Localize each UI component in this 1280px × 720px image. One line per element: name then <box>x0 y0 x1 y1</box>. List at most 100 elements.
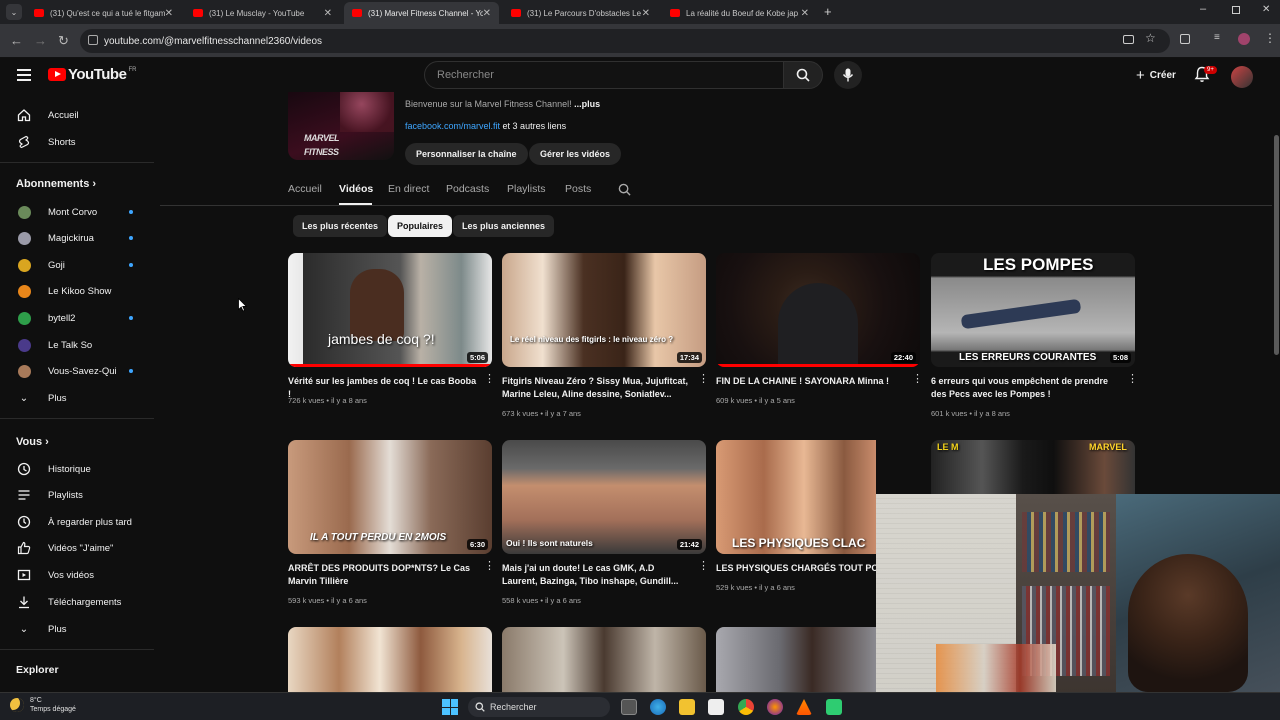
windows-start-icon[interactable] <box>442 699 458 715</box>
more-actions-icon[interactable]: ⋮ <box>484 561 495 572</box>
close-tab-icon[interactable]: ✕ <box>801 8 809 19</box>
video-card[interactable]: Oui ! Ils sont naturels 21:42 Mais j'ai … <box>502 440 709 605</box>
search-input[interactable]: Rechercher <box>424 61 784 89</box>
extensions-icon[interactable] <box>1180 34 1190 44</box>
minimize-icon[interactable]: – <box>1200 3 1206 15</box>
site-info-icon[interactable] <box>88 35 98 45</box>
tab-playlists[interactable]: Playlists <box>507 183 546 195</box>
sidebar-item-subscription[interactable]: Magickirua <box>0 225 150 251</box>
subscriptions-heading[interactable]: Abonnements › <box>16 178 96 190</box>
bookmark-star-icon[interactable]: ☆ <box>1145 31 1156 45</box>
channel-avatar-image[interactable]: MARVEL FITNESS <box>288 92 394 160</box>
close-tab-icon[interactable]: ✕ <box>642 8 650 19</box>
video-title[interactable]: LES PHYSIQUES CHARGÉS TOUT POU <box>716 562 876 575</box>
create-button[interactable]: + Créer <box>1126 62 1186 88</box>
video-card[interactable]: jambes de coq ?! 5:06 Vérité sur les jam… <box>288 253 495 413</box>
close-tab-icon[interactable]: ✕ <box>483 8 491 19</box>
task-view-icon[interactable] <box>621 699 637 715</box>
chip-popular[interactable]: Populaires <box>388 215 453 237</box>
manage-videos-button[interactable]: Gérer les vidéos <box>529 143 622 165</box>
tab-podcasts[interactable]: Podcasts <box>446 183 489 195</box>
scrollbar-thumb[interactable] <box>1274 135 1279 355</box>
browser-tab-active[interactable]: (31) Marvel Fitness Channel - Yo ✕ <box>344 2 499 24</box>
video-card[interactable] <box>502 627 707 692</box>
file-explorer-icon[interactable] <box>679 699 695 715</box>
sidebar-item-history[interactable]: Historique <box>0 456 150 482</box>
video-card[interactable]: LES POMPES LES ERREURS COURANTES 5:08 6 … <box>931 253 1138 418</box>
tab-videos[interactable]: Vidéos <box>339 183 373 195</box>
sidebar-item-subscription[interactable]: bytell2 <box>0 305 150 331</box>
video-thumbnail[interactable]: IL A TOUT PERDU EN 2MOIS 6:30 <box>288 440 492 554</box>
video-thumbnail[interactable]: Le réel niveau des fitgirls : le niveau … <box>502 253 706 367</box>
facebook-link[interactable]: facebook.com/marvel.fit <box>405 121 500 131</box>
account-avatar[interactable] <box>1231 66 1253 88</box>
video-title[interactable]: FIN DE LA CHAINE ! SAYONARA Minna ! <box>716 375 906 388</box>
firefox-icon[interactable] <box>767 699 783 715</box>
url-field[interactable]: youtube.com/@marvelfitnesschannel2360/vi… <box>80 29 1170 53</box>
tab-search-icon[interactable]: ⌄ <box>6 4 22 20</box>
browser-tab[interactable]: (31) Le Parcours D'obstacles Le ✕ <box>503 2 658 24</box>
sidebar-item-subscription[interactable]: Mont Corvo <box>0 199 150 225</box>
video-card[interactable]: Le réel niveau des fitgirls : le niveau … <box>502 253 709 418</box>
browser-menu-icon[interactable]: ⋮ <box>1264 31 1276 45</box>
tab-live[interactable]: En direct <box>388 183 429 195</box>
search-button[interactable] <box>783 61 823 89</box>
video-thumbnail[interactable] <box>716 627 876 692</box>
browser-tab[interactable]: La réalité du Boeuf de Kobe jap ✕ <box>662 2 817 24</box>
video-title[interactable]: 6 erreurs qui vous empêchent de prendre … <box>931 375 1121 401</box>
channel-description[interactable]: Bienvenue sur la Marvel Fitness Channel!… <box>405 99 600 109</box>
close-window-icon[interactable]: ✕ <box>1262 4 1270 15</box>
sidebar-item-subscription[interactable]: Le Talk So <box>0 332 150 358</box>
install-app-icon[interactable] <box>1123 35 1134 44</box>
sidebar-item-subscription[interactable]: Le Kikoo Show <box>0 278 150 304</box>
sidebar-item-shorts[interactable]: Shorts <box>0 129 150 155</box>
new-tab-button[interactable]: + <box>824 4 832 19</box>
sidebar-item-your-videos[interactable]: Vos vidéos <box>0 562 150 588</box>
more-actions-icon[interactable]: ⋮ <box>1127 374 1138 385</box>
video-thumbnail[interactable]: 22:40 <box>716 253 920 367</box>
sidebar-item-playlists[interactable]: Playlists <box>0 482 150 508</box>
video-title[interactable]: ARRÊT DES PRODUITS DOP*NTS? Le Cas Marvi… <box>288 562 478 588</box>
video-thumbnail[interactable]: jambes de coq ?! 5:06 <box>288 253 492 367</box>
tab-home[interactable]: Accueil <box>288 183 322 195</box>
taskbar-search[interactable]: Rechercher <box>468 697 610 717</box>
sidebar-item-subscription[interactable]: Vous-Savez-Qui <box>0 358 150 384</box>
voice-search-button[interactable] <box>834 61 862 89</box>
you-heading[interactable]: Vous › <box>16 436 49 448</box>
chrome-browser-icon[interactable] <box>738 699 754 715</box>
sidebar-item-watch-later[interactable]: À regarder plus tard <box>0 509 150 535</box>
back-icon[interactable]: ← <box>10 33 23 48</box>
youtube-logo[interactable]: YouTube FR <box>48 66 136 83</box>
video-thumbnail[interactable] <box>502 627 706 692</box>
video-card[interactable]: 22:40 FIN DE LA CHAINE ! SAYONARA Minna … <box>716 253 923 413</box>
video-thumbnail[interactable]: LES POMPES LES ERREURS COURANTES 5:08 <box>931 253 1135 367</box>
video-thumbnail[interactable]: Oui ! Ils sont naturels 21:42 <box>502 440 706 554</box>
forward-icon[interactable]: → <box>34 33 47 48</box>
chip-recent[interactable]: Les plus récentes <box>293 215 388 237</box>
microsoft-store-icon[interactable] <box>708 699 724 715</box>
edge-browser-icon[interactable] <box>650 699 666 715</box>
sidebar-item-show-more[interactable]: ⌄ Plus <box>0 616 150 642</box>
sidebar-item-downloads[interactable]: Téléchargements <box>0 589 150 615</box>
browser-tab[interactable]: (31) Qu'est ce qui a tué le fitgam ✕ <box>26 2 181 24</box>
browser-tab[interactable]: (31) Le Musclay - YouTube ✕ <box>185 2 340 24</box>
sidebar-item-liked-videos[interactable]: Vidéos "J'aime" <box>0 535 150 561</box>
video-thumbnail[interactable] <box>288 627 492 692</box>
more-actions-icon[interactable]: ⋮ <box>912 374 923 385</box>
customize-channel-button[interactable]: Personnaliser la chaîne <box>405 143 528 165</box>
reload-icon[interactable]: ↻ <box>58 33 69 49</box>
sidebar-item-home[interactable]: Accueil <box>0 102 150 128</box>
guide-menu-icon[interactable] <box>17 69 31 81</box>
tab-posts[interactable]: Posts <box>565 183 591 195</box>
video-thumbnail[interactable]: LES PHYSIQUES CLAC <box>716 440 876 554</box>
app-icon[interactable] <box>826 699 842 715</box>
maximize-icon[interactable] <box>1232 6 1240 14</box>
sidebar-item-subscription[interactable]: Goji <box>0 252 150 278</box>
profile-avatar-icon[interactable] <box>1238 33 1250 45</box>
weather-widget[interactable]: 8°C Temps dégagé <box>10 696 76 714</box>
media-icon[interactable]: ≡ <box>1214 32 1220 43</box>
more-actions-icon[interactable]: ⋮ <box>698 561 709 572</box>
video-card[interactable] <box>288 627 493 692</box>
video-thumbnail[interactable]: LE M MARVEL <box>931 440 1135 494</box>
close-tab-icon[interactable]: ✕ <box>165 8 173 19</box>
